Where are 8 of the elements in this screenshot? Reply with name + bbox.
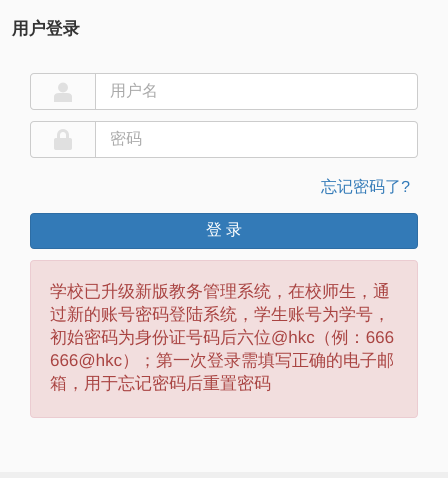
username-field[interactable]: 用户名 [96, 73, 418, 110]
lock-icon [54, 129, 72, 150]
password-field[interactable]: 密码 [96, 121, 418, 158]
notice-text: 学校已升级新版教务管理系统，在校师生，通过新的账号密码登陆系统，学生账号为学号，初始密码为身份证号码后六位@hkc（例：666666@hkc）；第一次登录需填写正确的电子邮箱，用于忘记密码后重置密码 [50, 281, 396, 395]
page-title: 用户登录 [12, 18, 80, 40]
login-button[interactable]: 登 录 [30, 213, 418, 249]
forgot-password-link[interactable]: 忘记密码了? [321, 177, 410, 199]
user-icon [54, 82, 72, 102]
